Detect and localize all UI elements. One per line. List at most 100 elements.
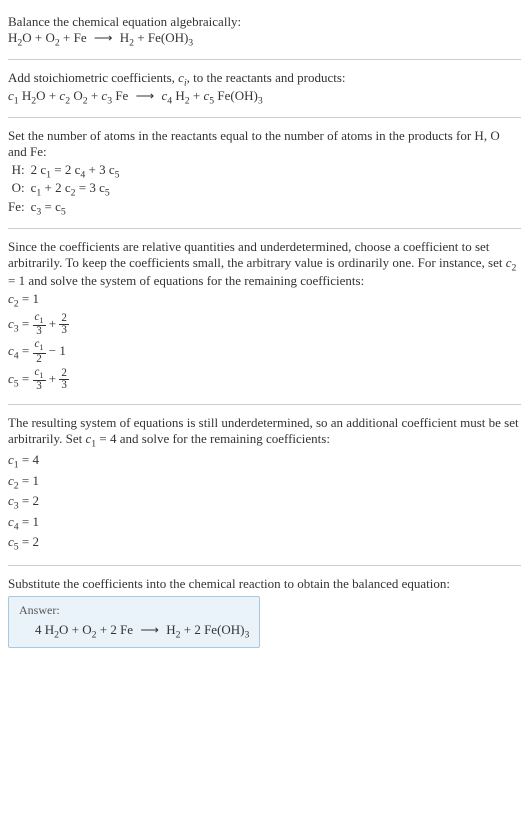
o2-sub: 2: [83, 96, 88, 107]
coef-line: c5 = 2: [8, 534, 521, 553]
fraction: c13: [33, 367, 46, 393]
step3-text: Set the number of atoms in the reactants…: [8, 128, 521, 160]
answer-equation: 4 H2O + O2 + 2 Fe ⟶ H2 + 2 Fe(OH)3: [19, 622, 249, 641]
answer-label: Answer:: [19, 603, 249, 618]
label-fe: Fe:: [8, 199, 31, 218]
t: + 3 c: [85, 162, 114, 177]
o: O: [36, 88, 45, 103]
step-add-coefficients: Add stoichiometric coefficients, ci, to …: [8, 64, 521, 113]
text-b: and solve the system of equations for th…: [25, 273, 364, 288]
p: +: [49, 371, 60, 386]
table-row: O: c1 + 2 c2 = 3 c5: [8, 180, 120, 199]
step2-text: Add stoichiometric coefficients, ci, to …: [8, 70, 521, 89]
v: = 2: [19, 493, 39, 508]
feoh3-sub: 3: [188, 38, 193, 49]
step4-text: Since the coefficients are relative quan…: [8, 239, 521, 290]
plus: +: [137, 30, 148, 45]
ns: 1: [39, 371, 43, 380]
step2-equation: c1 H2O + c2 O2 + c3 Fe ⟶ c4 H2 + c5 Fe(O…: [8, 88, 521, 107]
feoh3-sub: 3: [258, 96, 263, 107]
eq1: = 1: [8, 273, 25, 288]
ns: 1: [39, 316, 43, 325]
fe: Fe: [112, 88, 128, 103]
coef-line: c2 = 1: [8, 291, 521, 310]
c: 2 c: [31, 162, 47, 177]
divider: [8, 228, 521, 229]
d: 3: [33, 381, 46, 392]
arrow-icon: ⟶: [94, 30, 113, 46]
text-a: Add stoichiometric coefficients,: [8, 70, 178, 85]
o2-o: O: [46, 30, 55, 45]
plus: +: [193, 88, 204, 103]
eq: = 4: [96, 431, 116, 446]
coef-line: c2 = 1: [8, 473, 521, 492]
plus: +: [91, 88, 102, 103]
h2-h: H: [120, 30, 129, 45]
h2o-o: O: [22, 30, 31, 45]
label-h: H:: [8, 162, 31, 181]
h2-sub: 2: [185, 96, 190, 107]
s: 5: [115, 169, 120, 180]
fraction: c13: [33, 312, 46, 338]
divider: [8, 404, 521, 405]
arrow-icon: ⟶: [136, 88, 155, 104]
ns: 1: [39, 343, 43, 352]
eq: = c: [41, 199, 61, 214]
h2: H: [172, 88, 185, 103]
s: 5: [61, 207, 66, 218]
coef-line: c1 = 4: [8, 452, 521, 471]
d: 2: [33, 354, 46, 365]
feoh3: Fe(OH): [148, 30, 188, 45]
eq: =: [19, 371, 33, 386]
c2-sub: 2: [512, 262, 517, 273]
atom-table: H: 2 c1 = 2 c4 + 3 c5 O: c1 + 2 c2 = 3 c…: [8, 162, 120, 218]
eq: =: [19, 316, 33, 331]
o2: O: [70, 88, 83, 103]
answer-box: Answer: 4 H2O + O2 + 2 Fe ⟶ H2 + 2 Fe(OH…: [8, 596, 260, 648]
fraction: c12: [33, 339, 46, 365]
coef-line: c5 = c13 + 23: [8, 367, 521, 393]
step-set-c1: The resulting system of equations is sti…: [8, 409, 521, 561]
eq: + 2 c: [41, 180, 70, 195]
step-set-c2: Since the coefficients are relative quan…: [8, 233, 521, 401]
divider: [8, 565, 521, 566]
plus: +: [49, 88, 60, 103]
t: = 3 c: [76, 180, 105, 195]
eq-fe: c3 = c5: [31, 199, 120, 218]
eq: = 2 c: [51, 162, 80, 177]
v: = 1: [19, 291, 39, 306]
s: 3: [245, 630, 250, 641]
step1-text: Balance the chemical equation algebraica…: [8, 14, 521, 30]
v: = 1: [19, 473, 39, 488]
coef-line: c4 = 1: [8, 514, 521, 533]
v: = 4: [19, 452, 39, 467]
o2-sub: 2: [55, 38, 60, 49]
text-a: Since the coefficients are relative quan…: [8, 239, 506, 270]
eq: =: [19, 343, 33, 358]
v: = 2: [19, 534, 39, 549]
divider: [8, 117, 521, 118]
h2o: H: [19, 88, 32, 103]
plus: +: [35, 30, 46, 45]
d: 3: [59, 380, 69, 391]
b: H: [166, 622, 175, 637]
table-row: Fe: c3 = c5: [8, 199, 120, 218]
step-atom-balance: Set the number of atoms in the reactants…: [8, 122, 521, 224]
eq-h: 2 c1 = 2 c4 + 3 c5: [31, 162, 120, 181]
fe: Fe: [74, 30, 87, 45]
fraction: 23: [59, 313, 69, 336]
step5-text: The resulting system of equations is sti…: [8, 415, 521, 450]
step6-text: Substitute the coefficients into the che…: [8, 576, 521, 592]
table-row: H: 2 c1 = 2 c4 + 3 c5: [8, 162, 120, 181]
h2o-h: H: [8, 30, 17, 45]
label-o: O:: [8, 180, 31, 199]
eq-o: c1 + 2 c2 = 3 c5: [31, 180, 120, 199]
coef-line: c3 = 2: [8, 493, 521, 512]
text-b: and solve for the remaining coefficients…: [117, 431, 330, 446]
d: 3: [59, 325, 69, 336]
h2-sub: 2: [129, 38, 134, 49]
feoh3: Fe(OH): [214, 88, 258, 103]
plus: +: [63, 30, 74, 45]
a2: O + O: [59, 622, 92, 637]
a3: + 2 Fe: [97, 622, 137, 637]
